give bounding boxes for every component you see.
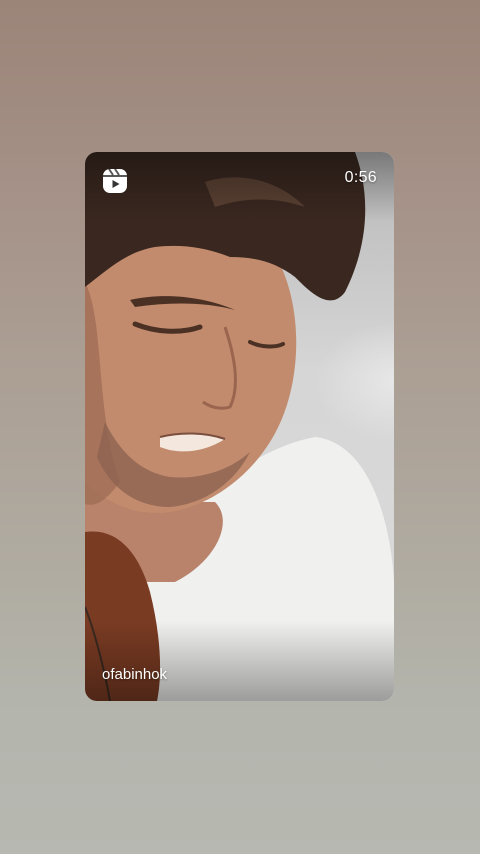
- creator-username[interactable]: ofabinhok: [102, 666, 167, 683]
- reels-icon: [103, 168, 127, 193]
- bottom-gradient-overlay: [85, 621, 394, 701]
- reel-preview-card[interactable]: 0:56 ofabinhok: [85, 152, 394, 701]
- reel-video-frame: [85, 152, 394, 701]
- top-gradient-overlay: [85, 152, 394, 222]
- video-duration: 0:56: [344, 169, 377, 186]
